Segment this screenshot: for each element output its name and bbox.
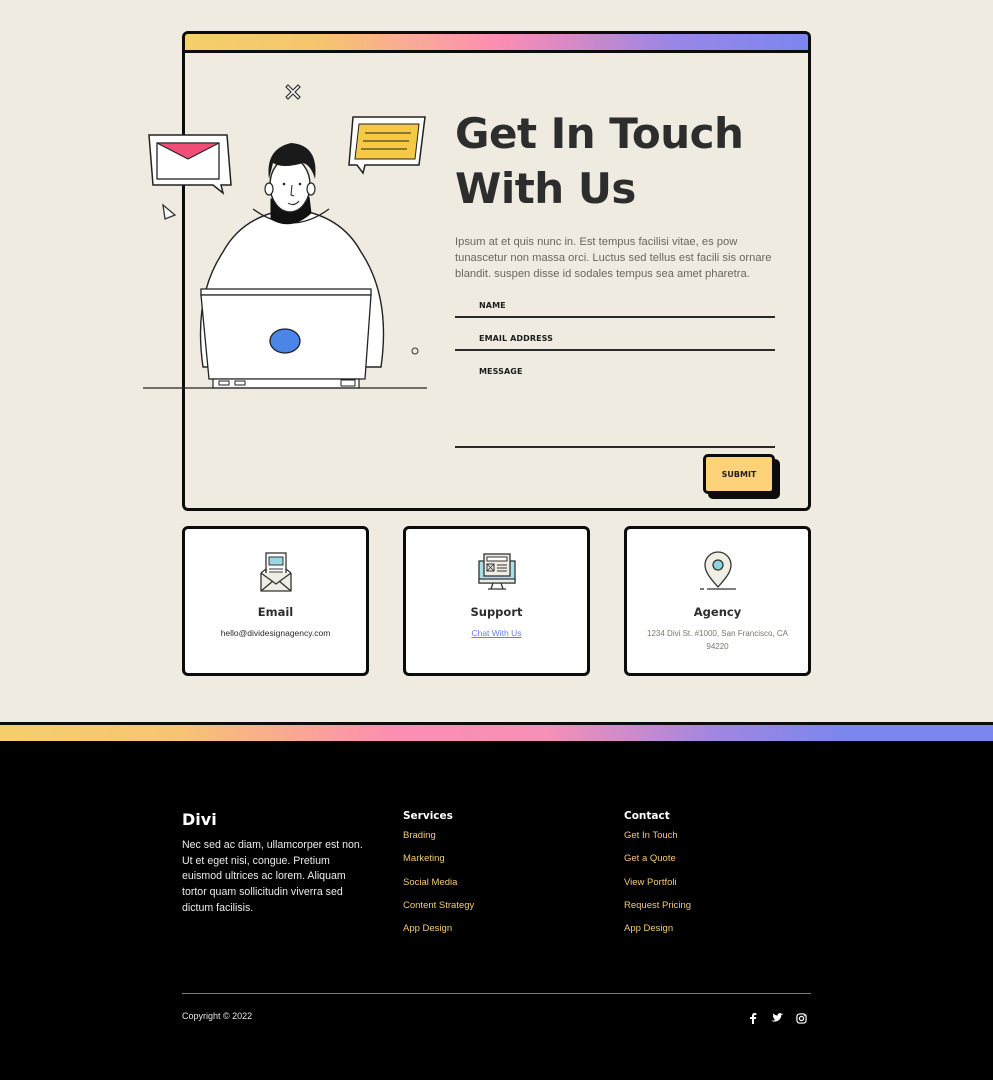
agency-address: 1234 Divi St. #1000, San Francisco, CA 9… [647, 629, 788, 651]
services-link-marketing[interactable]: Marketing [403, 853, 474, 876]
social-links [746, 1011, 808, 1025]
card-title: Agency [693, 605, 742, 619]
intro-paragraph: Ipsum at et quis nunc in. Est tempus fac… [455, 236, 772, 280]
services-heading: Services [403, 810, 453, 822]
footer-contact-column: Contact Get In Touch Get a Quote View Po… [624, 810, 691, 946]
contact-link-get-in-touch[interactable]: Get In Touch [624, 830, 691, 853]
contact-link-view-portfolio[interactable]: View Portfoli [624, 877, 691, 900]
envelope-bubble-icon [148, 134, 232, 195]
laptop-icon [200, 288, 372, 389]
contact-heading: Contact [624, 810, 670, 822]
person-laptop-illustration [143, 84, 427, 389]
dot-icon [411, 347, 419, 355]
support-card: Support Chat With Us [403, 526, 590, 676]
message-field[interactable]: MESSAGE [455, 362, 775, 448]
submit-button[interactable]: SUBMIT [703, 454, 775, 494]
sparkle-icon [285, 84, 301, 100]
map-pin-icon [699, 551, 736, 590]
email-input[interactable] [455, 329, 775, 349]
triangle-icon [162, 203, 177, 220]
services-link-social-media[interactable]: Social Media [403, 877, 474, 900]
title-line-1: Get In Touch [455, 109, 744, 158]
email-address[interactable]: hello@dividesignagency.com [203, 627, 348, 640]
gradient-bar [185, 34, 808, 53]
footer-gradient-bar [0, 722, 993, 741]
message-textarea[interactable] [455, 362, 775, 446]
email-field[interactable]: EMAIL ADDRESS [455, 329, 775, 351]
facebook-icon[interactable] [746, 1011, 760, 1025]
contact-link-get-a-quote[interactable]: Get a Quote [624, 853, 691, 876]
contact-hero-card: Get In Touch With Us Ipsum at et quis nu… [143, 31, 811, 511]
monitor-support-icon [477, 553, 516, 590]
footer-brand: Divi [182, 810, 217, 829]
copyright: Copyright © 2022 [182, 1011, 253, 1021]
services-link-content-strategy[interactable]: Content Strategy [403, 900, 474, 923]
contact-link-app-design[interactable]: App Design [624, 923, 691, 946]
card-title: Email [257, 605, 294, 619]
services-link-branding[interactable]: Brading [403, 830, 474, 853]
footer-description: Nec sed ac diam, ullamcorper est non. Ut… [182, 839, 363, 914]
footer: Divi Nec sed ac diam, ullamcorper est no… [0, 722, 993, 1080]
footer-services-column: Services Brading Marketing Social Media … [403, 810, 474, 946]
envelope-letter-icon [259, 552, 292, 592]
name-field[interactable]: NAME [455, 296, 775, 318]
message-bubble-icon [348, 116, 426, 175]
title-line-2: With Us [455, 164, 636, 213]
agency-card: Agency 1234 Divi St. #1000, San Francisc… [624, 526, 811, 676]
footer-divider [182, 993, 811, 994]
instagram-icon[interactable] [794, 1011, 808, 1025]
chat-with-us-link[interactable]: Chat With Us [424, 627, 569, 640]
services-link-app-design[interactable]: App Design [403, 923, 474, 946]
name-input[interactable] [455, 296, 775, 316]
twitter-icon[interactable] [770, 1011, 784, 1025]
contact-link-request-pricing[interactable]: Request Pricing [624, 900, 691, 923]
card-title: Support [470, 605, 523, 619]
page-title: Get In Touch With Us [455, 106, 775, 216]
email-card: Email hello@dividesignagency.com [182, 526, 369, 676]
